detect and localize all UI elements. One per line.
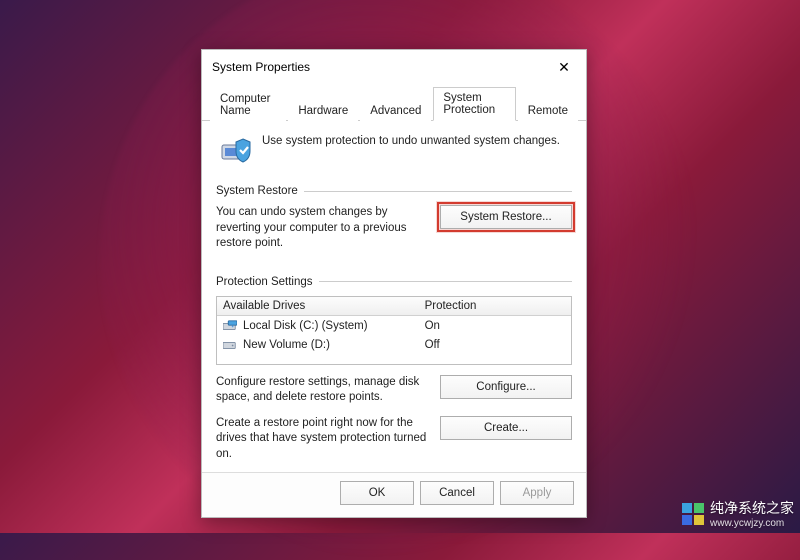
table-row[interactable]: New Volume (D:) Off — [217, 335, 571, 354]
group-protection-settings: Protection Settings Available Drives Pro… — [216, 276, 572, 467]
drive-name: Local Disk (C:) (System) — [243, 320, 368, 332]
configure-row: Configure restore settings, manage disk … — [216, 375, 572, 406]
window-title: System Properties — [212, 60, 310, 74]
tab-strip: Computer Name Hardware Advanced System P… — [202, 86, 586, 121]
watermark: 纯净系统之家 www.ycwjzy.com — [682, 498, 794, 529]
divider — [319, 281, 572, 282]
group-header-system-restore: System Restore — [216, 185, 572, 197]
drive-system-icon — [223, 320, 237, 332]
system-protection-icon — [220, 133, 252, 165]
system-properties-dialog: System Properties ✕ Computer Name Hardwa… — [201, 49, 587, 518]
configure-desc: Configure restore settings, manage disk … — [216, 375, 428, 406]
apply-button[interactable]: Apply — [500, 481, 574, 505]
system-restore-row: You can undo system changes by reverting… — [216, 205, 572, 252]
tab-hardware[interactable]: Hardware — [288, 100, 358, 121]
cancel-button[interactable]: Cancel — [420, 481, 494, 505]
watermark-logo-icon — [682, 503, 704, 525]
titlebar: System Properties ✕ — [202, 50, 586, 84]
create-row: Create a restore point right now for the… — [216, 416, 572, 463]
tab-system-protection[interactable]: System Protection — [433, 87, 515, 121]
col-header-drives: Available Drives — [217, 297, 419, 315]
watermark-url: www.ycwjzy.com — [710, 518, 794, 529]
tab-advanced[interactable]: Advanced — [360, 100, 431, 121]
drives-listbox[interactable]: Available Drives Protection Local Disk (… — [216, 296, 572, 365]
drive-name: New Volume (D:) — [243, 339, 330, 351]
system-restore-button[interactable]: System Restore... — [440, 205, 572, 229]
group-header-protection-settings: Protection Settings — [216, 276, 572, 288]
drives-header: Available Drives Protection — [217, 297, 571, 316]
drive-icon — [223, 339, 237, 351]
group-system-restore: System Restore You can undo system chang… — [216, 185, 572, 256]
ok-button[interactable]: OK — [340, 481, 414, 505]
dialog-body: Use system protection to undo unwanted s… — [202, 121, 586, 472]
tab-computer-name[interactable]: Computer Name — [210, 88, 286, 121]
intro-text: Use system protection to undo unwanted s… — [262, 133, 560, 147]
group-title-system-restore: System Restore — [216, 185, 298, 197]
dialog-footer: OK Cancel Apply — [202, 472, 586, 517]
drive-protection: Off — [419, 336, 571, 354]
intro-row: Use system protection to undo unwanted s… — [216, 131, 572, 175]
group-title-protection-settings: Protection Settings — [216, 276, 313, 288]
create-button[interactable]: Create... — [440, 416, 572, 440]
divider — [304, 191, 572, 192]
drive-protection: On — [419, 317, 571, 335]
configure-button[interactable]: Configure... — [440, 375, 572, 399]
col-header-protection: Protection — [419, 297, 571, 315]
close-icon[interactable]: ✕ — [550, 56, 578, 78]
watermark-title: 纯净系统之家 — [710, 500, 794, 516]
table-row[interactable]: Local Disk (C:) (System) On — [217, 316, 571, 335]
create-desc: Create a restore point right now for the… — [216, 416, 428, 463]
tab-remote[interactable]: Remote — [518, 100, 578, 121]
system-restore-desc: You can undo system changes by reverting… — [216, 205, 428, 252]
